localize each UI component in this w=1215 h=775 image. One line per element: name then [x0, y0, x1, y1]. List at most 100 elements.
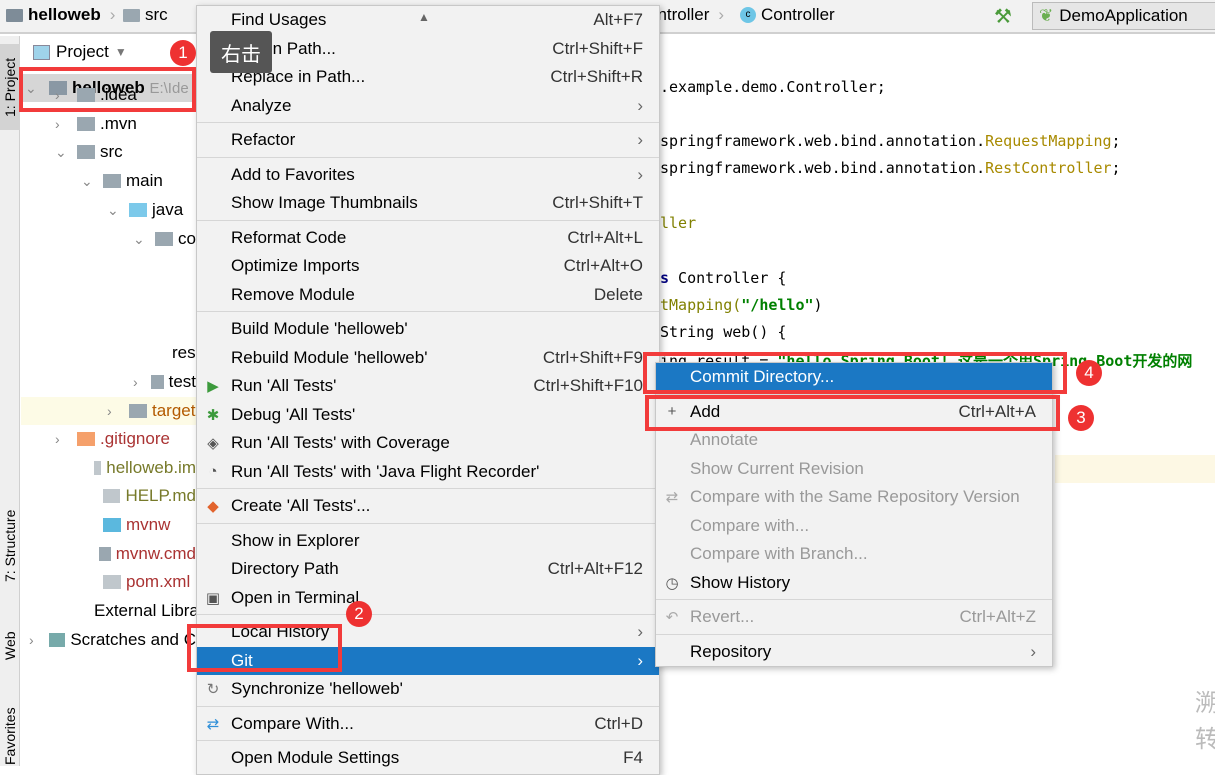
chevron-icon: ›: [109, 5, 116, 24]
run-configuration-select[interactable]: ❦ DemoApplication: [1032, 2, 1215, 30]
menu-item-show-current-revision[interactable]: Show Current Revision: [656, 455, 1052, 484]
tree-item[interactable]: mvnw.cmd: [21, 540, 196, 568]
menu-item-shortcut: F4: [623, 748, 643, 768]
tree-item[interactable]: › Scratches and C: [21, 626, 196, 654]
folder-icon: [103, 174, 121, 188]
menu-item-optimize-imports[interactable]: Optimize Imports Ctrl+Alt+O: [197, 252, 659, 281]
menu-item-synchronize-helloweb[interactable]: ↻ Synchronize 'helloweb': [197, 675, 659, 704]
menu-item-shortcut: Ctrl+Shift+R: [550, 67, 643, 87]
code-line: springframework.web.bind.annotation.Requ…: [660, 132, 1121, 150]
menu-item-show-history[interactable]: ◷ Show History: [656, 569, 1052, 598]
tree-item[interactable]: › test: [21, 368, 196, 396]
tree-item[interactable]: ⌄ co: [21, 225, 196, 253]
tab-structure[interactable]: 7: Structure: [0, 491, 20, 601]
submenu-arrow-icon: ›: [637, 622, 643, 642]
tab-favorites[interactable]: Favorites: [0, 701, 20, 771]
menu-item-run-all-tests[interactable]: ▶ Run 'All Tests' Ctrl+Shift+F10: [197, 372, 659, 401]
tree-item[interactable]: › .gitignore: [21, 425, 196, 453]
menu-item-run-all-tests-with-coverage[interactable]: ◈ Run 'All Tests' with Coverage: [197, 429, 659, 458]
project-view-select[interactable]: Project ▼: [33, 42, 127, 62]
menu-item-label: Open in Terminal: [231, 587, 360, 607]
folder-icon: [129, 203, 147, 217]
menu-item-show-image-thumbnails[interactable]: Show Image Thumbnails Ctrl+Shift+T: [197, 189, 659, 218]
breadcrumb-controller-class[interactable]: c Controller: [740, 5, 835, 25]
expand-icon: ›: [29, 632, 34, 648]
menu-item-refactor[interactable]: Refactor ›: [197, 126, 659, 155]
tree-item[interactable]: mvnw: [21, 511, 196, 539]
breadcrumb-helloweb[interactable]: helloweb ›: [6, 5, 119, 25]
menu-item-create-all-tests[interactable]: ◆ Create 'All Tests'...: [197, 492, 659, 521]
right-click-tooltip: 右击: [210, 31, 272, 73]
collapse-icon: ⌄: [81, 172, 93, 189]
submenu-arrow-icon: ›: [637, 164, 643, 184]
menu-item-label: Directory Path: [231, 559, 339, 579]
tree-item[interactable]: HELP.md: [21, 482, 196, 510]
create-config-icon: ◆: [207, 498, 219, 516]
tree-item[interactable]: › target: [21, 397, 196, 425]
menu-item-open-in-terminal[interactable]: ▣ Open in Terminal: [197, 584, 659, 613]
tree-item[interactable]: External Librar: [21, 597, 196, 625]
menu-item-compare-with-branch[interactable]: Compare with Branch...: [656, 540, 1052, 569]
menu-item-label: Annotate: [690, 430, 759, 450]
menu-item-label: Rebuild Module 'helloweb': [231, 347, 428, 367]
menu-item-label: Compare with Branch...: [690, 544, 868, 564]
menu-item-compare-with-the-same-repository-version[interactable]: ⇄ Compare with the Same Repository Versio…: [656, 483, 1052, 512]
menu-item-label: Remove Module: [231, 284, 355, 304]
submenu-arrow-icon: ›: [637, 95, 643, 115]
tab-project[interactable]: 1: Project: [0, 44, 20, 130]
code-token: ): [813, 296, 823, 314]
menu-item-analyze[interactable]: Analyze ›: [197, 92, 659, 121]
menu-item-add-to-favorites[interactable]: Add to Favorites ›: [197, 161, 659, 190]
highlight-box-commit: [643, 352, 1067, 394]
menu-item-debug-all-tests[interactable]: ✱ Debug 'All Tests': [197, 401, 659, 430]
folder-icon: [77, 145, 95, 159]
tree-item[interactable]: ⌄ java: [21, 196, 196, 224]
project-panel: Project ▼ ⌄ helloweb E:\Ide › .idea › .mvn ⌄ sr…: [21, 36, 196, 766]
tree-item[interactable]: pom.xml: [21, 568, 196, 596]
menu-item-directory-path[interactable]: Directory Path Ctrl+Alt+F12: [197, 555, 659, 584]
profiler-icon: ◔: [208, 463, 218, 481]
code-line: ller: [660, 214, 697, 232]
menu-item-label: Show Current Revision: [690, 458, 864, 478]
menu-item-revert[interactable]: ↶ Revert... Ctrl+Alt+Z: [656, 603, 1052, 632]
menu-item-remove-module[interactable]: Remove Module Delete: [197, 281, 659, 310]
tree-item[interactable]: helloweb.im: [21, 454, 196, 482]
tree-label: main: [126, 171, 163, 190]
menu-item-reformat-code[interactable]: Reformat Code Ctrl+Alt+L: [197, 224, 659, 253]
menu-item-repository[interactable]: Repository ›: [656, 638, 1052, 667]
tree-item[interactable]: resou: [21, 339, 196, 367]
tree-label: java: [152, 200, 184, 219]
maven-icon: [103, 575, 121, 589]
watermark-char: 溯: [1195, 689, 1215, 717]
menu-item-show-in-explorer[interactable]: Show in Explorer: [197, 527, 659, 556]
menu-item-compare-with[interactable]: ⇄ Compare With... Ctrl+D: [197, 710, 659, 739]
menu-item-rebuild-module-helloweb[interactable]: Rebuild Module 'helloweb' Ctrl+Shift+F9: [197, 344, 659, 373]
terminal-icon: ▣: [205, 589, 221, 607]
hammer-icon[interactable]: ⚒: [994, 4, 1012, 29]
menu-item-label: Synchronize 'helloweb': [231, 679, 403, 699]
submenu-arrow-icon: ›: [637, 650, 643, 670]
scroll-up-icon[interactable]: ▲: [418, 10, 430, 24]
expand-icon: ›: [107, 403, 112, 419]
menu-item-run-all-tests-with-java-flight-recorder[interactable]: ◔ Run 'All Tests' with 'Java Flight Recor…: [197, 458, 659, 487]
collapse-icon: ⌄: [133, 230, 145, 247]
tree-label: target: [152, 401, 196, 420]
menu-item-build-module-helloweb[interactable]: Build Module 'helloweb': [197, 315, 659, 344]
tree-item[interactable]: › .mvn: [21, 110, 196, 138]
tab-web[interactable]: Web: [0, 621, 20, 671]
folder-icon: [155, 232, 173, 246]
breadcrumb-src[interactable]: src: [123, 5, 168, 25]
file-icon: [102, 489, 121, 503]
collapse-icon: ⌄: [55, 143, 67, 160]
menu-item-compare-with[interactable]: Compare with...: [656, 512, 1052, 541]
code-line: String web() {: [660, 323, 787, 341]
menu-item-label: Debug 'All Tests': [231, 404, 356, 424]
highlight-box-root: [19, 67, 196, 112]
tree-item[interactable]: ⌄ main: [21, 167, 196, 195]
code-token: Controller {: [669, 269, 787, 287]
tree-label: helloweb.im: [106, 458, 196, 477]
menu-item-open-module-settings[interactable]: Open Module Settings F4: [197, 744, 659, 773]
breadcrumb-controller-package[interactable]: ontroller ›: [648, 5, 728, 25]
tree-item[interactable]: ⌄ src: [21, 138, 196, 166]
highlight-box-git: [187, 624, 342, 672]
